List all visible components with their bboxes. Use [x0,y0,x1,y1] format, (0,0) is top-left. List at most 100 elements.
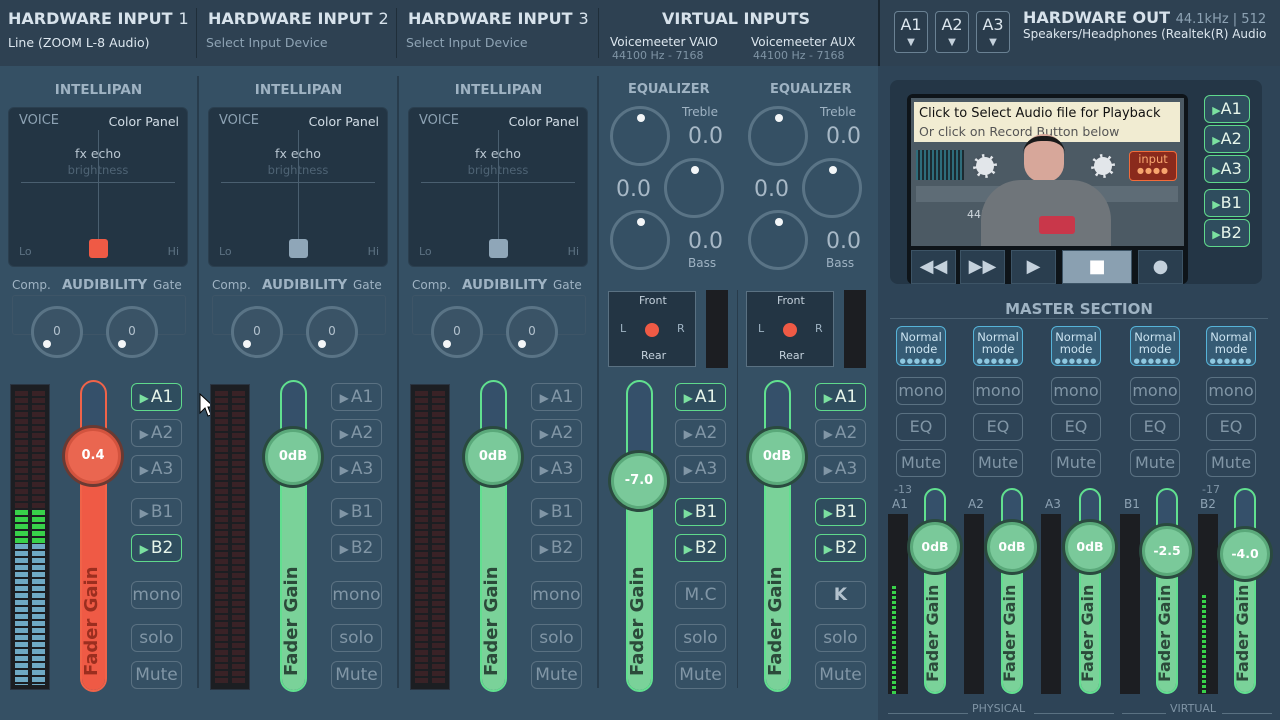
comp-knob[interactable]: 0 [31,306,83,358]
fader-knob[interactable]: -2.5 [1142,526,1192,576]
mono-button[interactable]: mono [1206,377,1256,405]
k-button[interactable]: K [815,581,866,609]
fader-knob[interactable]: -7.0 [611,453,667,509]
solo-button[interactable]: solo [131,624,182,652]
fader-gain-slider[interactable]: Fader Gain [1078,488,1101,694]
bus-b1-button[interactable]: ▶ B1 [815,498,866,526]
mute-button[interactable]: Mute [331,661,382,689]
hw-out-device[interactable]: Speakers/Headphones (Realtek(R) Audio [1023,27,1266,41]
solo-button[interactable]: solo [815,624,866,652]
hw-input-3-device[interactable]: Select Input Device [406,35,528,50]
mute-button[interactable]: Mute [531,661,582,689]
mute-button[interactable]: Mute [973,449,1023,477]
bus-b2-button[interactable]: ▶ B2 [531,534,582,562]
pan-position-marker[interactable] [783,323,797,337]
solo-button[interactable]: solo [331,624,382,652]
bus-a2-button[interactable]: ▶ A2 [675,419,726,447]
mode-button[interactable]: Normal mode ●●●●●● [1051,326,1101,366]
solo-button[interactable]: solo [531,624,582,652]
fader-gain-slider[interactable]: Fader Gain [480,380,507,692]
hwout-a2-button[interactable]: A2 ▼ [935,11,969,53]
bus-a3-button[interactable]: ▶ A3 [131,455,182,483]
hw-input-3-title[interactable]: HARDWARE INPUT 3 [408,9,589,28]
bus-b2-button[interactable]: ▶ B2 [815,534,866,562]
mono-button[interactable]: mono [1051,377,1101,405]
mode-button[interactable]: Normal mode ●●●●●● [973,326,1023,366]
intellipan-panel[interactable]: VOICEColor Panel fx echobrightness LoHi [208,107,388,267]
mode-button[interactable]: Normal mode ●●●●●● [896,326,946,366]
bus-b1-button[interactable]: ▶ B1 [531,498,582,526]
fader-knob[interactable]: 0dB [987,522,1037,572]
hwout-a1-button[interactable]: A1 ▼ [894,11,928,53]
intellipan-panel[interactable]: VOICEColor Panel fx echobrightness LoHi [8,107,188,267]
solo-button[interactable]: solo [675,624,726,652]
vaio-device[interactable]: Voicemeeter VAIO [610,35,718,49]
mc-button[interactable]: M.C [675,581,726,609]
eq-button[interactable]: EQ [1130,413,1180,441]
player-b2-button[interactable]: ▶B2 [1204,219,1250,247]
player-a3-button[interactable]: ▶A3 [1204,155,1250,183]
bus-a1-button[interactable]: ▶ A1 [815,383,866,411]
eq-button[interactable]: EQ [896,413,946,441]
comp-knob[interactable]: 0 [431,306,483,358]
mute-button[interactable]: Mute [131,661,182,689]
bus-a1-button[interactable]: ▶ A1 [675,383,726,411]
bus-a1-button[interactable]: ▶ A1 [531,383,582,411]
bus-a2-button[interactable]: ▶ A2 [815,419,866,447]
gate-knob[interactable]: 0 [506,306,558,358]
fader-knob[interactable]: 0dB [1065,522,1115,572]
hw-input-2-device[interactable]: Select Input Device [206,35,328,50]
bass-knob[interactable] [610,210,670,270]
surround-panner[interactable]: Front Rear L R [608,291,696,367]
fader-knob[interactable]: 0dB [910,522,960,572]
pan-position-marker[interactable] [89,239,108,258]
mono-button[interactable]: mono [131,581,182,609]
mono-button[interactable]: mono [531,581,582,609]
fader-gain-slider[interactable]: Fader Gain [280,380,307,692]
bass-knob[interactable] [748,210,808,270]
mono-button[interactable]: mono [1130,377,1180,405]
aux-device[interactable]: Voicemeeter AUX [751,35,855,49]
fader-gain-slider[interactable]: Fader Gain [923,488,946,694]
player-a2-button[interactable]: ▶A2 [1204,125,1250,153]
mute-button[interactable]: Mute [815,661,866,689]
intellipan-panel[interactable]: VOICEColor Panel fx echobrightness LoHi [408,107,588,267]
gate-knob[interactable]: 0 [306,306,358,358]
record-button[interactable]: ● [1138,250,1183,284]
player-screen[interactable]: Click to Select Audio file for Playback … [911,98,1184,246]
fader-knob[interactable]: 0dB [265,429,321,485]
bus-b1-button[interactable]: ▶ B1 [331,498,382,526]
bus-a3-button[interactable]: ▶ A3 [675,455,726,483]
stop-button[interactable]: ■ [1062,250,1132,284]
comp-knob[interactable]: 0 [231,306,283,358]
bus-b1-button[interactable]: ▶ B1 [675,498,726,526]
fader-gain-slider[interactable]: Fader Gain [80,380,107,692]
pan-position-marker[interactable] [489,239,508,258]
mode-button[interactable]: Normal mode ●●●●●● [1130,326,1180,366]
treble-knob[interactable] [748,106,808,166]
eq-button[interactable]: EQ [973,413,1023,441]
fader-knob[interactable]: -4.0 [1220,529,1270,579]
rewind-button[interactable]: ◀◀ [911,250,956,284]
hw-input-1-title[interactable]: HARDWARE INPUT 1 [8,9,189,28]
player-a1-button[interactable]: ▶A1 [1204,95,1250,123]
mute-button[interactable]: Mute [896,449,946,477]
mono-button[interactable]: mono [331,581,382,609]
bus-a1-button[interactable]: ▶ A1 [131,383,182,411]
mono-button[interactable]: mono [973,377,1023,405]
bus-a3-button[interactable]: ▶ A3 [815,455,866,483]
fader-gain-slider[interactable]: Fader Gain [626,380,653,692]
surround-panner[interactable]: Front Rear L R [746,291,834,367]
mono-button[interactable]: mono [896,377,946,405]
fader-knob[interactable]: 0dB [749,429,805,485]
mode-button[interactable]: Normal mode ●●●●●● [1206,326,1256,366]
play-button[interactable]: ▶ [1011,250,1056,284]
gate-knob[interactable]: 0 [106,306,158,358]
bus-b2-button[interactable]: ▶ B2 [675,534,726,562]
pan-position-marker[interactable] [289,239,308,258]
bus-b1-button[interactable]: ▶ B1 [131,498,182,526]
mute-button[interactable]: Mute [1130,449,1180,477]
treble-knob[interactable] [610,106,670,166]
mid-knob[interactable] [802,158,862,218]
input-select-button[interactable]: input ●●●● [1129,151,1177,181]
